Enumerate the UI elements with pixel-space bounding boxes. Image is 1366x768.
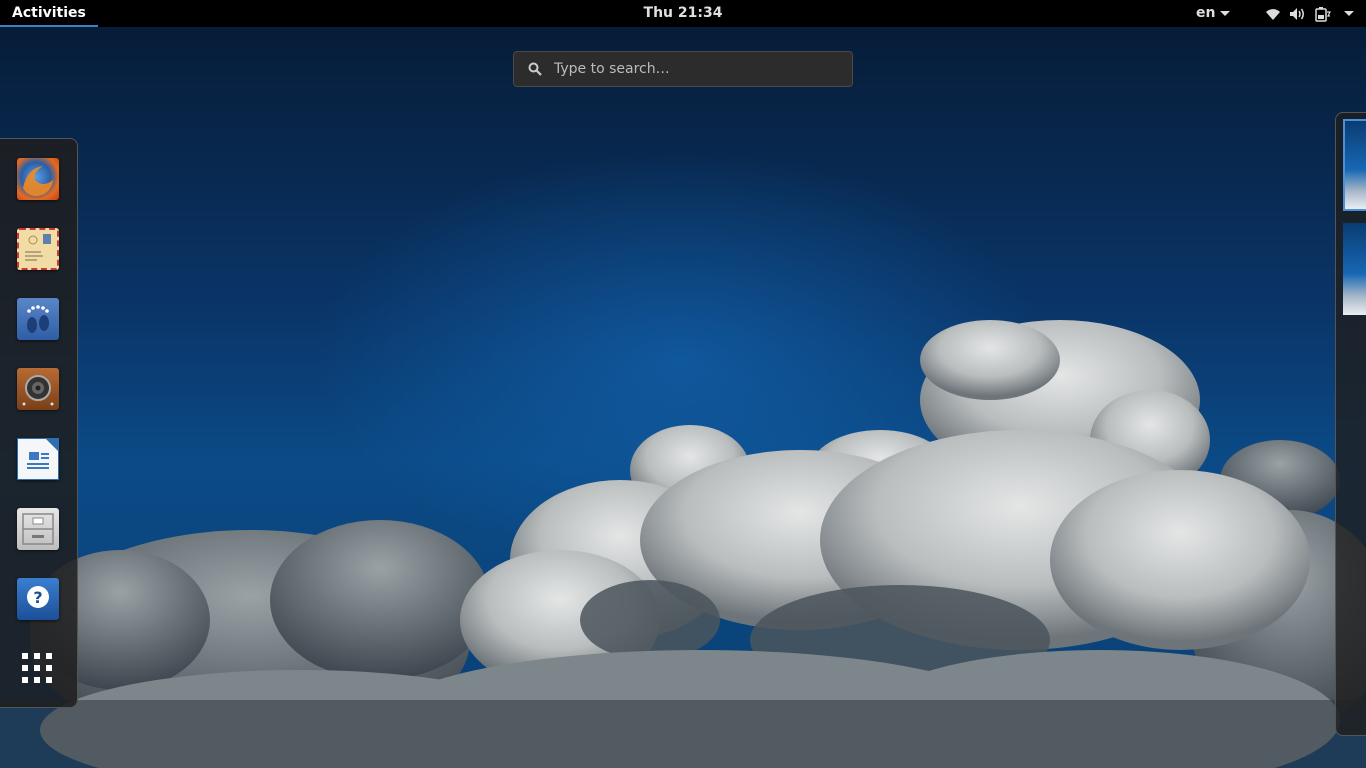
wifi-icon	[1266, 8, 1280, 20]
writer-icon[interactable]	[16, 437, 60, 481]
firefox-icon[interactable]	[17, 158, 59, 200]
battery-icon	[1315, 6, 1331, 22]
chevron-down-icon	[1220, 10, 1231, 16]
top-bar: Activities Thu 21:34 en	[0, 0, 1366, 27]
document-icon	[16, 437, 60, 481]
workspace-thumbnail-1[interactable]	[1343, 119, 1366, 211]
help-icon[interactable]: ?	[17, 578, 59, 620]
workspace-switcher	[1335, 112, 1366, 736]
language-selector[interactable]: en	[1196, 0, 1231, 27]
question-mark-icon: ?	[27, 586, 49, 608]
svg-text:?: ?	[33, 588, 42, 607]
envelope-icon	[25, 234, 51, 261]
show-applications-button[interactable]	[20, 651, 54, 685]
language-label: en	[1196, 5, 1216, 21]
volume-icon	[1290, 7, 1304, 20]
file-cabinet-icon[interactable]	[17, 508, 59, 550]
system-tray[interactable]	[1265, 0, 1354, 27]
clock[interactable]: Thu 21:34	[644, 0, 723, 27]
firefox-globe-icon	[23, 166, 53, 196]
drawer-icon	[22, 513, 54, 545]
menu-arrow-icon	[1344, 11, 1354, 16]
speaker-cone-icon	[22, 375, 54, 406]
search-input[interactable]	[552, 60, 826, 78]
workspace-thumbnail-2[interactable]	[1343, 223, 1366, 315]
app-grid-icon	[22, 653, 52, 683]
search-box[interactable]	[513, 51, 853, 87]
mail-icon[interactable]	[17, 228, 59, 270]
search-icon	[528, 62, 542, 76]
feet-icon	[27, 305, 49, 333]
footprints-icon[interactable]	[17, 298, 59, 340]
dash: ?	[0, 138, 78, 708]
activities-button[interactable]: Activities	[0, 0, 98, 27]
speaker-icon[interactable]	[17, 368, 59, 410]
wallpaper-clouds	[0, 320, 1366, 768]
